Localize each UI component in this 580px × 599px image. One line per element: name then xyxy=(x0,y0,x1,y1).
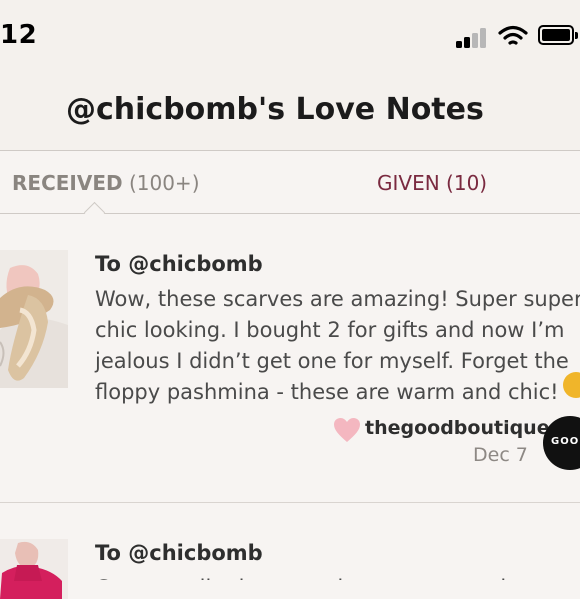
navigation-header: @chicbomb's Love Notes xyxy=(0,70,580,151)
status-bar: 12 xyxy=(0,0,580,70)
heart-icon[interactable] xyxy=(333,417,361,443)
note-author-username[interactable]: thegoodboutique xyxy=(365,417,550,439)
love-notes-tabs: RECEIVED (100+) GIVEN (10) xyxy=(0,151,580,214)
tab-received[interactable]: RECEIVED (100+) xyxy=(12,171,200,195)
scarf-image xyxy=(0,250,68,388)
avatar-logo-text: GOO xyxy=(551,436,580,447)
tab-given-count: (10) xyxy=(446,171,488,195)
note-message-line: floppy pashmina - these are warm and chi… xyxy=(95,380,559,404)
product-thumbnail[interactable] xyxy=(0,539,68,599)
tab-received-count: (100+) xyxy=(128,171,200,195)
product-thumbnail[interactable] xyxy=(0,250,68,388)
note-message: Great quality items and customer service xyxy=(95,573,580,580)
note-message-line: jealous I didn’t get one for myself. For… xyxy=(95,349,569,373)
cellular-signal-icon xyxy=(456,26,490,48)
wifi-icon xyxy=(498,25,528,45)
page-title: @chicbomb's Love Notes xyxy=(66,92,484,127)
note-message-line: chic looking. I bought 2 for gifts and n… xyxy=(95,318,565,342)
love-note-card: To @chicbomb Wow, these scarves are amaz… xyxy=(0,214,580,503)
status-time: 12 xyxy=(0,20,38,50)
sweater-image xyxy=(0,539,68,599)
tab-given[interactable]: GIVEN (10) xyxy=(377,171,487,195)
note-message: Wow, these scarves are amazing! Super su… xyxy=(95,284,580,408)
note-date: Dec 7 xyxy=(473,444,528,466)
love-note-card: To @chicbomb Great quality items and cus… xyxy=(0,503,580,599)
tab-given-label: GIVEN xyxy=(377,171,440,195)
note-recipient: To @chicbomb xyxy=(95,541,263,565)
note-recipient: To @chicbomb xyxy=(95,252,263,276)
note-message-line: Wow, these scarves are amazing! Super su… xyxy=(95,287,580,311)
tab-received-label: RECEIVED xyxy=(12,171,123,195)
battery-icon xyxy=(538,25,578,45)
